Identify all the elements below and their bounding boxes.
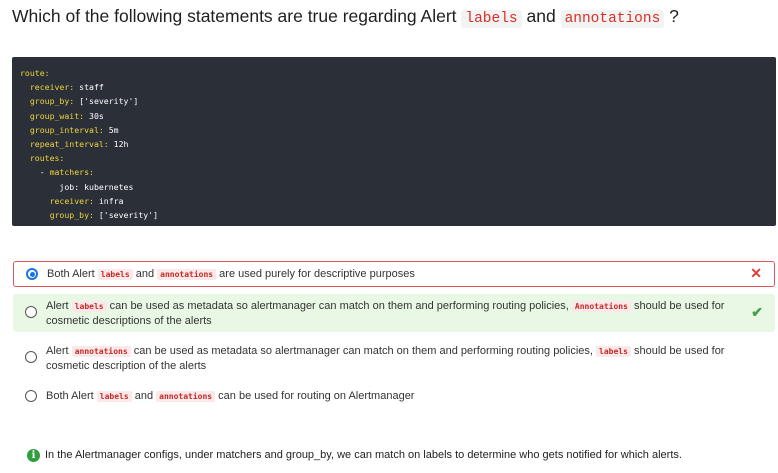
question-code-annotations: annotations <box>560 10 665 28</box>
option-label: Both Alert labels and annotations are us… <box>47 268 415 280</box>
info-icon: i <box>27 449 40 462</box>
incorrect-x-icon: ✕ <box>750 265 762 281</box>
code-line: group_by: ['severity'] <box>20 210 159 221</box>
code-line: - matchers: <box>20 167 94 178</box>
code-line: route: <box>20 68 50 78</box>
code-line: receiver: staff <box>20 82 104 93</box>
code-line: receiver: infra <box>20 195 124 206</box>
answer-option-2[interactable]: Alert labels can be used as metadata so … <box>13 294 775 332</box>
radio-button-selected[interactable] <box>26 268 38 280</box>
code-line: job: kubernetes <box>20 181 134 192</box>
correct-check-icon: ✔ <box>751 304 763 320</box>
code-line: routes: <box>20 153 65 164</box>
code-line: group_interval: 5m <box>20 124 119 135</box>
code-chip-annotations: annotations <box>156 391 216 402</box>
option-label: Alert annotations can be used as metadat… <box>46 345 725 372</box>
answer-option-3[interactable]: Alert annotations can be used as metadat… <box>13 339 775 377</box>
code-line: group_by: ['severity'] <box>20 96 139 107</box>
code-block: route: receiver: staff group_by: ['sever… <box>12 57 776 226</box>
code-chip-annotations: annotations <box>71 346 131 357</box>
question-code-labels: labels <box>461 10 522 28</box>
answer-option-4[interactable]: Both Alert labels and annotations can be… <box>13 384 775 408</box>
code-chip-labels: labels <box>596 346 631 357</box>
option-label: Alert labels can be used as metadata so … <box>46 300 725 327</box>
code-chip-annotations: annotations <box>157 269 217 280</box>
radio-button[interactable] <box>25 351 37 363</box>
answer-option-1[interactable]: Both Alert labels and annotations are us… <box>13 261 775 287</box>
radio-button[interactable] <box>25 306 37 318</box>
code-line: repeat_interval: 12h <box>20 139 129 150</box>
code-chip-labels: labels <box>71 301 107 312</box>
radio-button[interactable] <box>25 390 37 402</box>
code-chip-annotations: Annotations <box>571 301 631 312</box>
question-text: Which of the following statements are tr… <box>12 6 679 28</box>
code-chip-labels: labels <box>96 391 132 402</box>
explanation-text: In the Alertmanager configs, under match… <box>45 449 682 461</box>
code-chip-labels: labels <box>97 269 133 280</box>
code-line: group_wait: 30s <box>20 110 104 121</box>
option-label: Both Alert labels and annotations can be… <box>46 390 415 402</box>
